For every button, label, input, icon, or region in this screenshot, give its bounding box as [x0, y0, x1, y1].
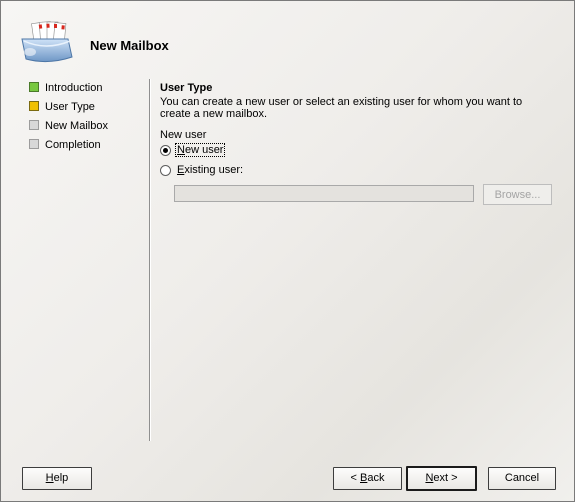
step-introduction: Introduction: [28, 81, 108, 100]
step-completion: Completion: [28, 138, 108, 157]
step-label: User Type: [45, 101, 95, 113]
page-content: User Type You can create a new user or s…: [160, 82, 560, 205]
step-pending-icon: [29, 139, 39, 149]
new-user-label[interactable]: New user: [174, 143, 226, 157]
existing-user-field[interactable]: [174, 185, 474, 202]
cancel-button[interactable]: Cancel: [488, 467, 556, 490]
step-new-mailbox: New Mailbox: [28, 119, 108, 138]
step-completed-icon: [29, 82, 39, 92]
step-current-icon: [29, 101, 39, 111]
wizard-steps: Introduction User Type New Mailbox Compl…: [28, 81, 108, 157]
wizard-header: New Mailbox: [1, 1, 574, 73]
steps-divider: [149, 79, 150, 441]
wizard-title: New Mailbox: [90, 38, 169, 53]
help-button[interactable]: Help: [22, 467, 92, 490]
next-button[interactable]: Next >: [406, 466, 477, 491]
existing-user-label[interactable]: Existing user:: [176, 164, 244, 176]
new-mailbox-wizard: New Mailbox Introduction User Type New M…: [0, 0, 575, 502]
step-user-type: User Type: [28, 100, 108, 119]
mailbox-icon: [21, 21, 73, 63]
back-button[interactable]: < Back: [333, 467, 402, 490]
browse-button[interactable]: Browse...: [483, 184, 552, 205]
page-description: You can create a new user or select an e…: [160, 96, 523, 120]
step-label: Completion: [45, 139, 101, 151]
step-label: Introduction: [45, 82, 103, 94]
step-pending-icon: [29, 120, 39, 130]
user-type-group-label: New user: [160, 129, 207, 141]
radio-selected-icon[interactable]: [160, 145, 171, 156]
page-title: User Type: [160, 82, 213, 94]
radio-unselected-icon[interactable]: [160, 165, 171, 176]
step-label: New Mailbox: [45, 120, 108, 132]
